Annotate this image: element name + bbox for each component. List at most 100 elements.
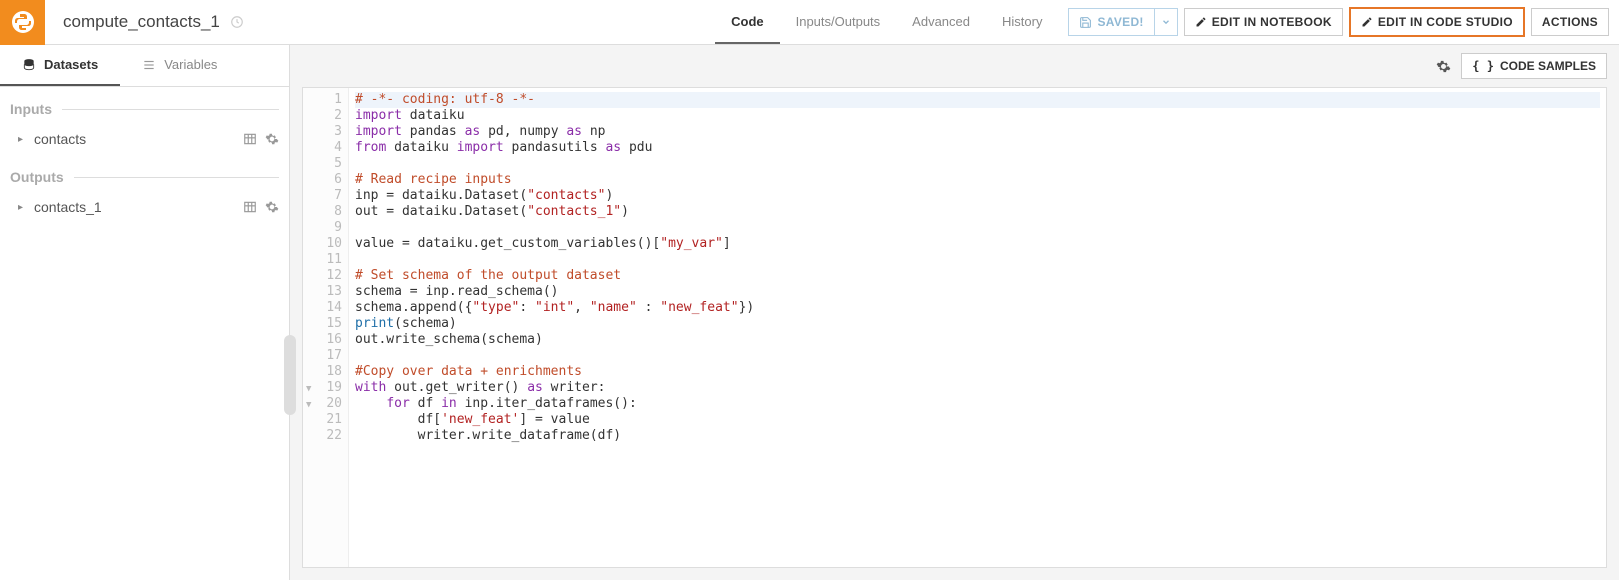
code-line[interactable]: inp = dataiku.Dataset("contacts") xyxy=(355,188,1600,204)
save-icon xyxy=(1079,16,1092,29)
line-number: 3 xyxy=(303,124,342,140)
gear-icon[interactable] xyxy=(265,132,279,146)
gear-icon[interactable] xyxy=(265,200,279,214)
line-number: 15 xyxy=(303,316,342,332)
top-actions: SAVED! EDIT IN NOTEBOOK EDIT IN CODE STU… xyxy=(1058,7,1619,37)
edit-notebook-label: EDIT IN NOTEBOOK xyxy=(1212,15,1332,29)
code-line[interactable] xyxy=(355,348,1600,364)
top-bar: compute_contacts_1 CodeInputs/OutputsAdv… xyxy=(0,0,1619,45)
saved-button: SAVED! xyxy=(1068,8,1154,36)
edit-code-studio-label: EDIT IN CODE STUDIO xyxy=(1378,15,1513,29)
content-area: { } CODE SAMPLES 12345678910111213141516… xyxy=(290,45,1619,580)
code-line[interactable]: # -*- coding: utf-8 -*- xyxy=(355,92,1600,108)
braces-icon: { } xyxy=(1472,59,1494,73)
line-number: 11 xyxy=(303,252,342,268)
input-item[interactable]: ▸ contacts xyxy=(0,123,289,155)
line-number: 9 xyxy=(303,220,342,236)
code-samples-button[interactable]: { } CODE SAMPLES xyxy=(1461,53,1607,79)
code-line[interactable]: value = dataiku.get_custom_variables()["… xyxy=(355,236,1600,252)
code-samples-label: CODE SAMPLES xyxy=(1500,59,1596,73)
code-line[interactable] xyxy=(355,220,1600,236)
caret-right-icon: ▸ xyxy=(18,134,28,145)
app-logo[interactable] xyxy=(0,0,45,45)
code-line[interactable]: with out.get_writer() as writer: xyxy=(355,380,1600,396)
fold-icon[interactable]: ▼ xyxy=(306,381,311,397)
sidebar: Datasets Variables Inputs ▸ contacts Out… xyxy=(0,45,290,580)
tab-inputs-outputs[interactable]: Inputs/Outputs xyxy=(780,0,897,44)
history-icon[interactable] xyxy=(230,15,244,29)
actions-button[interactable]: ACTIONS xyxy=(1531,8,1609,36)
line-gutter: 12345678910111213141516171819▼20▼2122 xyxy=(303,88,349,567)
settings-gear-icon[interactable] xyxy=(1436,59,1451,74)
line-number: 20▼ xyxy=(303,396,342,412)
line-number: 19▼ xyxy=(303,380,342,396)
code-line[interactable]: out = dataiku.Dataset("contacts_1") xyxy=(355,204,1600,220)
saved-label: SAVED! xyxy=(1097,15,1143,29)
code-editor[interactable]: 12345678910111213141516171819▼20▼2122 # … xyxy=(302,87,1607,568)
line-number: 18 xyxy=(303,364,342,380)
code-line[interactable]: from dataiku import pandasutils as pdu xyxy=(355,140,1600,156)
line-number: 14 xyxy=(303,300,342,316)
recipe-title: compute_contacts_1 xyxy=(63,12,220,32)
sidebar-tabs: Datasets Variables xyxy=(0,45,289,87)
tab-history[interactable]: History xyxy=(986,0,1058,44)
code-line[interactable] xyxy=(355,252,1600,268)
table-icon[interactable] xyxy=(243,200,257,214)
saved-dropdown[interactable] xyxy=(1155,8,1178,36)
code-line[interactable]: import dataiku xyxy=(355,108,1600,124)
line-number: 10 xyxy=(303,236,342,252)
line-number: 2 xyxy=(303,108,342,124)
outputs-heading: Outputs xyxy=(0,155,289,191)
code-line[interactable]: writer.write_dataframe(df) xyxy=(355,428,1600,444)
line-number: 22 xyxy=(303,428,342,444)
fold-icon[interactable]: ▼ xyxy=(306,397,311,413)
code-line[interactable]: schema = inp.read_schema() xyxy=(355,284,1600,300)
code-line[interactable]: import pandas as pd, numpy as np xyxy=(355,124,1600,140)
saved-group: SAVED! xyxy=(1068,8,1177,36)
list-icon xyxy=(142,58,156,72)
code-line[interactable]: for df in inp.iter_dataframes(): xyxy=(355,396,1600,412)
line-number: 4 xyxy=(303,140,342,156)
input-name: contacts xyxy=(34,131,243,147)
code-line[interactable]: schema.append({"type": "int", "name" : "… xyxy=(355,300,1600,316)
sidebar-tab-variables-label: Variables xyxy=(164,57,217,72)
code-line[interactable]: print(schema) xyxy=(355,316,1600,332)
edit-in-notebook-button[interactable]: EDIT IN NOTEBOOK xyxy=(1184,8,1343,36)
sidebar-tab-variables[interactable]: Variables xyxy=(120,45,239,86)
content-toolbar: { } CODE SAMPLES xyxy=(290,45,1619,87)
header-tabs: CodeInputs/OutputsAdvancedHistory xyxy=(715,0,1058,44)
line-number: 13 xyxy=(303,284,342,300)
inputs-heading: Inputs xyxy=(0,87,289,123)
line-number: 8 xyxy=(303,204,342,220)
tab-advanced[interactable]: Advanced xyxy=(896,0,986,44)
code-line[interactable] xyxy=(355,156,1600,172)
sidebar-tab-datasets[interactable]: Datasets xyxy=(0,45,120,86)
line-number: 12 xyxy=(303,268,342,284)
sidebar-drag-handle[interactable] xyxy=(284,335,296,415)
code-line[interactable]: # Read recipe inputs xyxy=(355,172,1600,188)
python-icon xyxy=(11,10,35,34)
sidebar-tab-datasets-label: Datasets xyxy=(44,57,98,72)
line-number: 21 xyxy=(303,412,342,428)
tab-code[interactable]: Code xyxy=(715,0,780,44)
line-number: 6 xyxy=(303,172,342,188)
database-icon xyxy=(22,58,36,72)
code-line[interactable]: out.write_schema(schema) xyxy=(355,332,1600,348)
line-number: 5 xyxy=(303,156,342,172)
actions-label: ACTIONS xyxy=(1542,15,1598,29)
pencil-icon xyxy=(1361,16,1373,28)
pencil-icon xyxy=(1195,16,1207,28)
line-number: 17 xyxy=(303,348,342,364)
chevron-down-icon xyxy=(1161,17,1171,27)
code-line[interactable]: df['new_feat'] = value xyxy=(355,412,1600,428)
main: Datasets Variables Inputs ▸ contacts Out… xyxy=(0,45,1619,580)
code-line[interactable]: #Copy over data + enrichments xyxy=(355,364,1600,380)
output-item[interactable]: ▸ contacts_1 xyxy=(0,191,289,223)
edit-in-code-studio-button[interactable]: EDIT IN CODE STUDIO xyxy=(1349,7,1525,37)
output-name: contacts_1 xyxy=(34,199,243,215)
line-number: 16 xyxy=(303,332,342,348)
code-body[interactable]: # -*- coding: utf-8 -*-import dataikuimp… xyxy=(349,88,1606,567)
code-line[interactable]: # Set schema of the output dataset xyxy=(355,268,1600,284)
caret-right-icon: ▸ xyxy=(18,202,28,213)
table-icon[interactable] xyxy=(243,132,257,146)
